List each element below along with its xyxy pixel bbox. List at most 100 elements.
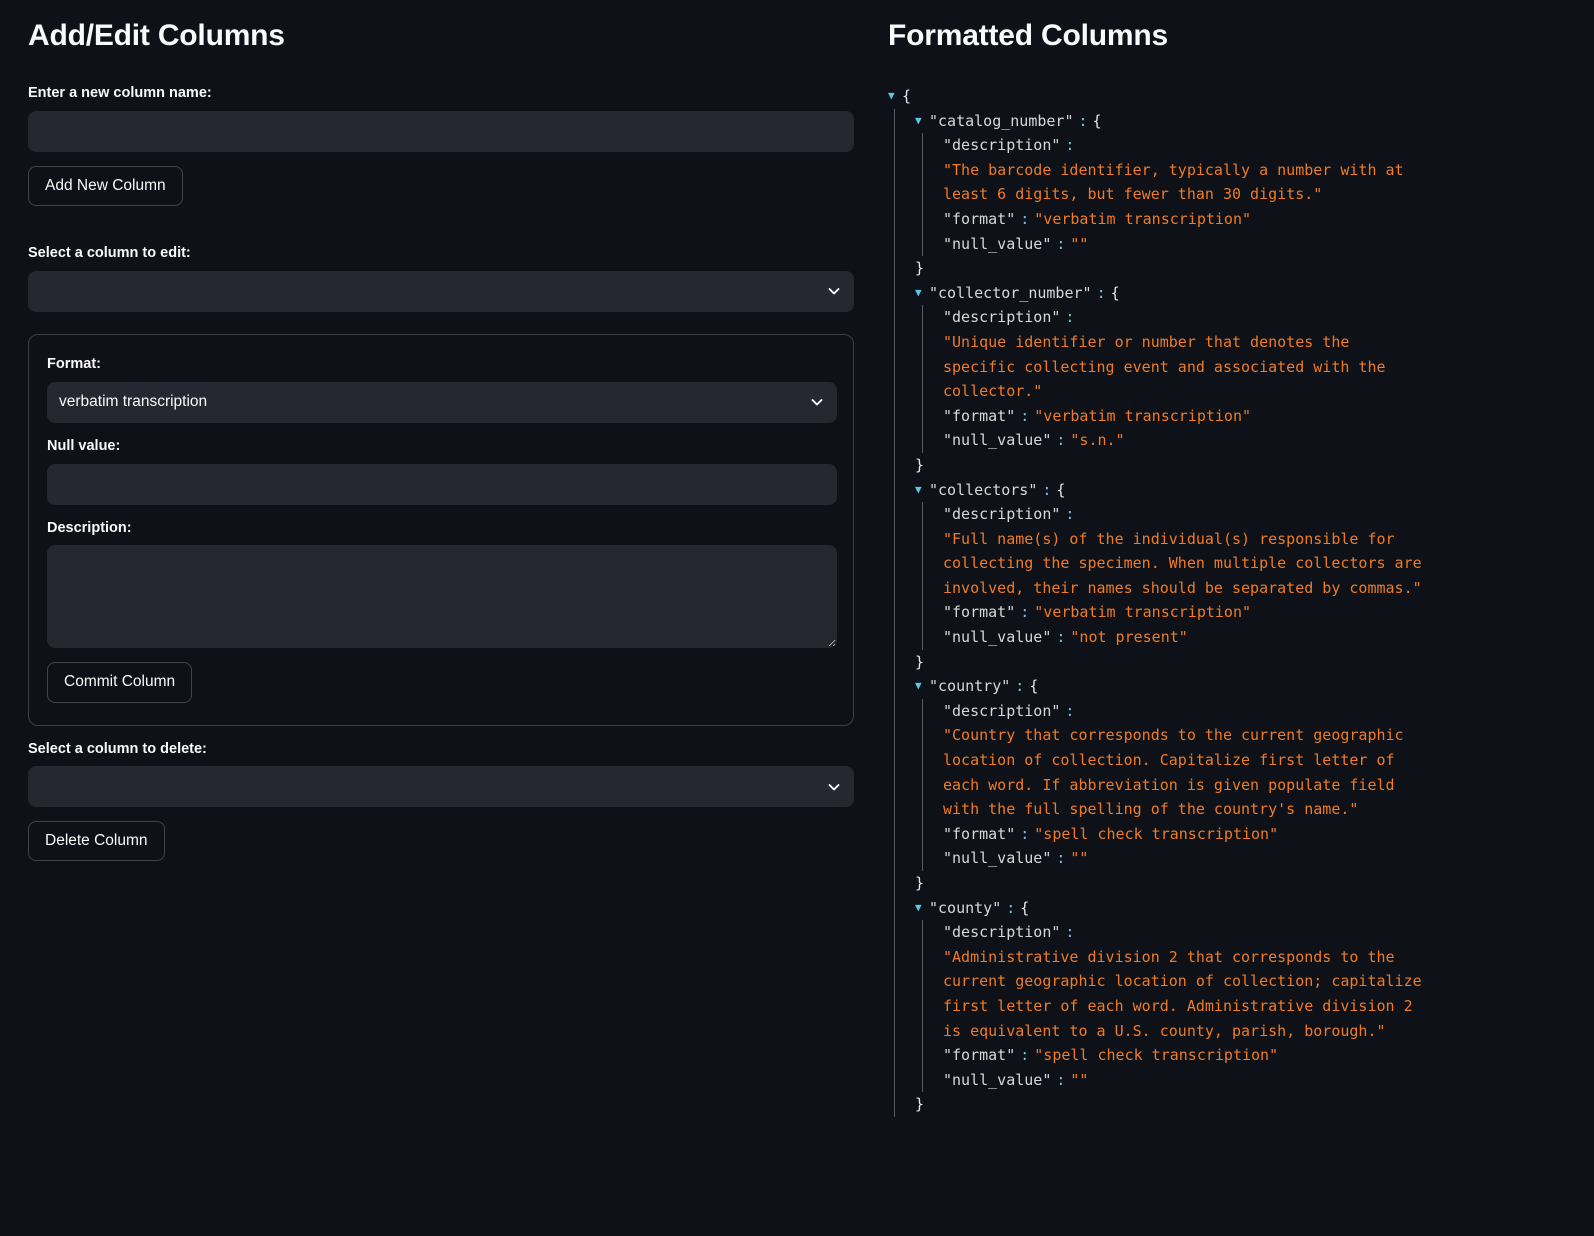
json-format-line: "format": "spell check transcription" [923,822,1423,847]
json-entry-body: "description": "Country that corresponds … [923,699,1423,871]
description-textarea[interactable] [47,545,837,649]
json-format-value: "verbatim transcription" [1034,603,1252,622]
triangle-down-icon[interactable]: ▼ [915,281,929,306]
json-entry-key: "collector_number" [929,283,1092,302]
json-null-value-key: "null_value" [943,849,1052,868]
json-entry-close: } [895,453,1423,478]
json-null-value-value: "" [1070,234,1089,253]
json-entries: ▼ "catalog_number":{"description": "The ba… [895,109,1423,1117]
json-description-key: "description" [943,923,1061,942]
json-description-value: "Administrative division 2 that correspo… [943,947,1422,1040]
delete-column-button[interactable]: Delete Column [28,821,165,862]
json-entry-body-wrap: "description": "Country that corresponds … [895,698,1423,871]
json-null-value-line: "null_value": "" [923,846,1423,871]
description-label: Description: [47,519,132,536]
json-entry-body: "description": "Full name(s) of the indiv… [923,502,1423,650]
json-null-value-value: "" [1070,1070,1089,1089]
json-entry: ▼ "country":{"description": "Country that … [895,674,1423,895]
json-format-line: "format": "verbatim transcription" [923,404,1423,429]
json-entry-body-wrap: "description": "Full name(s) of the indiv… [895,502,1423,650]
json-entry: ▼ "collectors":{"description": "Full name(… [895,478,1423,675]
formatted-columns-title: Formatted Columns [888,19,1168,52]
json-format-value: "spell check transcription" [1034,824,1279,843]
json-entry-header: ▼ "county":{ [895,896,1423,921]
json-viewer[interactable]: ▼{▼ "catalog_number":{"description": "The … [888,84,1580,1117]
format-value: verbatim transcription [59,393,208,411]
triangle-down-icon[interactable]: ▼ [888,84,902,109]
json-null-value-line: "null_value": "" [923,232,1423,257]
json-open-brace: { [1110,283,1120,302]
json-entry-close: } [895,871,1423,896]
json-null-value-key: "null_value" [943,234,1052,253]
json-null-value-key: "null_value" [943,628,1052,647]
json-null-value-value: "s.n." [1070,431,1125,450]
new-column-name-input[interactable] [28,110,854,152]
app-root: Add/Edit Columns Enter a new column name… [0,0,1594,1236]
json-entry-key: "country" [929,677,1011,696]
commit-column-button[interactable]: Commit Column [47,662,193,703]
json-format-value: "verbatim transcription" [1034,406,1252,425]
json-null-value-line: "null_value": "not present" [923,625,1423,650]
json-description-value-line: "Administrative division 2 that correspo… [923,945,1423,1043]
null-value-input[interactable] [47,463,837,505]
json-open-brace: { [1029,677,1039,696]
json-description-key: "description" [943,505,1061,524]
json-colon: : [1096,283,1106,302]
json-colon: : [1056,431,1066,450]
json-close-brace: } [915,652,925,671]
json-description-value-line: "The barcode identifier, typically a num… [923,158,1423,207]
json-open-brace: { [1092,111,1102,130]
json-description-value: "The barcode identifier, typically a num… [943,160,1404,204]
json-close-brace: } [915,455,925,474]
json-entry: ▼ "catalog_number":{"description": "The ba… [895,109,1423,281]
json-description-value-line: "Country that corresponds to the current… [923,723,1423,821]
formatted-columns-panel: Formatted Columns ▼{▼ "catalog_number":{"… [872,0,1594,1236]
json-entry-header: ▼ "catalog_number":{ [895,109,1423,134]
json-colon: : [1020,209,1030,228]
json-entry-header: ▼ "collectors":{ [895,478,1423,503]
json-entry: ▼ "county":{"description": "Administrative… [895,896,1423,1117]
json-entry-key: "collectors" [929,480,1038,499]
json-colon: : [1056,849,1066,868]
json-colon: : [1065,701,1075,720]
add-new-column-button[interactable]: Add New Column [28,165,183,206]
json-root-body: ▼ "catalog_number":{"description": "The ba… [888,108,1580,1117]
json-entry-body-wrap: "description": "Unique identifier or numb… [895,305,1423,453]
json-close-brace: } [915,1095,925,1114]
select-column-to-edit-dropdown[interactable] [28,270,854,312]
select-column-to-edit-label: Select a column to edit: [28,244,191,261]
triangle-down-icon[interactable]: ▼ [915,896,929,921]
triangle-down-icon[interactable]: ▼ [915,109,929,134]
json-entry-close: } [895,256,1423,281]
format-dropdown[interactable]: verbatim transcription [47,381,837,423]
json-description-key: "description" [943,701,1061,720]
json-null-value-value: "" [1070,849,1089,868]
json-description-value-line: "Full name(s) of the individual(s) respo… [923,527,1423,601]
chevron-down-icon [826,283,842,299]
json-format-key: "format" [943,824,1016,843]
json-format-key: "format" [943,209,1016,228]
json-entry-header: ▼ "country":{ [895,674,1423,699]
json-null-value-line: "null_value": "" [923,1068,1423,1093]
json-colon: : [1006,898,1016,917]
triangle-down-icon[interactable]: ▼ [915,674,929,699]
json-description-value-line: "Unique identifier or number that denote… [923,330,1423,404]
json-null-value-line: "null_value": "s.n." [923,428,1423,453]
json-description-label-line: "description": [923,502,1423,527]
json-entry-key: "county" [929,898,1002,917]
chevron-down-icon [826,779,842,795]
page-title: Add/Edit Columns [28,19,285,52]
triangle-down-icon[interactable]: ▼ [915,478,929,503]
json-entry-body: "description": "Unique identifier or numb… [923,305,1423,453]
json-description-label-line: "description": [923,133,1423,158]
json-colon: : [1020,1046,1030,1065]
null-value-label: Null value: [47,437,121,454]
select-column-to-delete-dropdown[interactable] [28,766,854,808]
new-column-name-label: Enter a new column name: [28,85,212,101]
json-entry-body: "description": "Administrative division 2… [923,920,1423,1092]
json-colon: : [1065,923,1075,942]
json-colon: : [1056,628,1066,647]
json-colon: : [1056,1070,1066,1089]
json-description-label-line: "description": [923,920,1423,945]
